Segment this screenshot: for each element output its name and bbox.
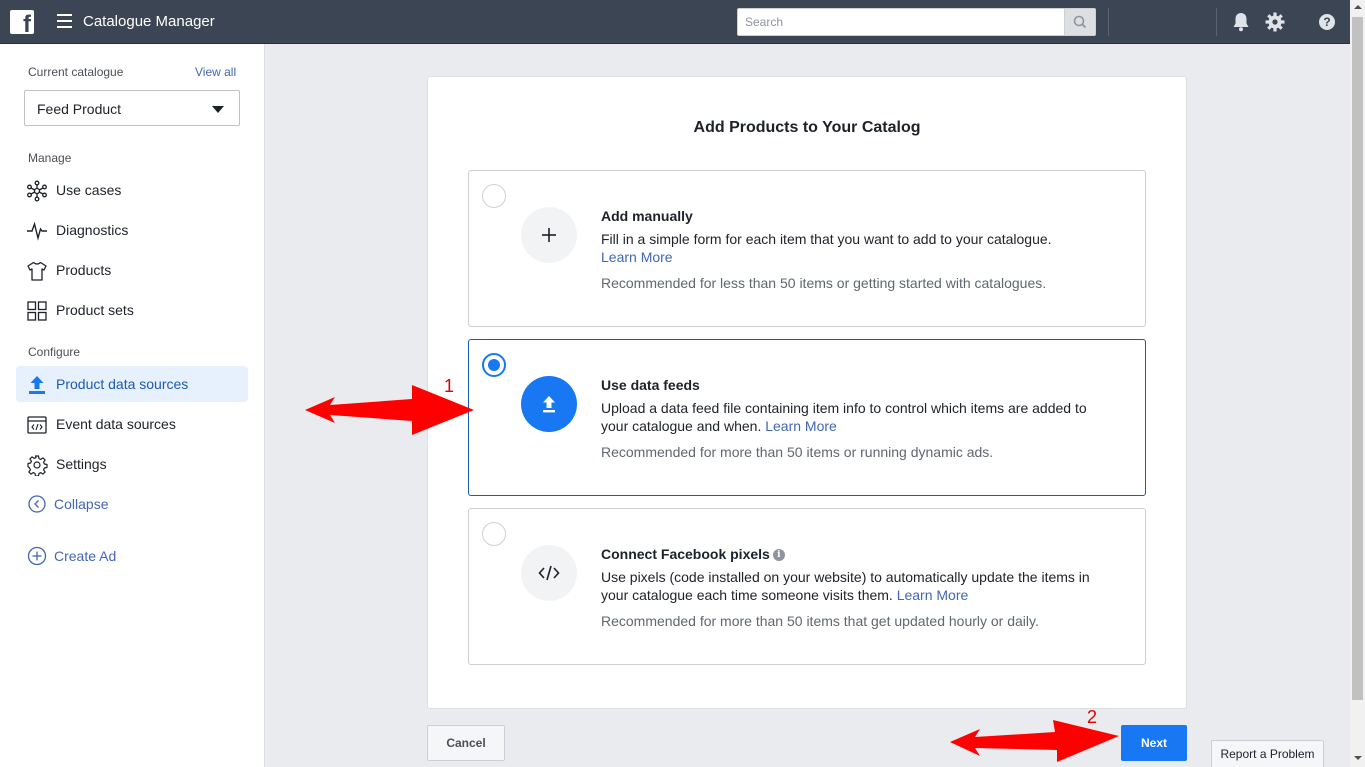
option-title: Use data feeds: [601, 377, 700, 393]
top-bar: f Catalogue Manager Search ?: [0, 0, 1350, 44]
toolbar-divider: [1108, 8, 1109, 36]
sidebar-item-label: Event data sources: [56, 416, 176, 432]
option-note: Recommended for more than 50 items or ru…: [601, 444, 994, 460]
option-description: Use pixels (code installed on your websi…: [601, 569, 1090, 603]
report-problem-button[interactable]: Report a Problem: [1211, 740, 1324, 767]
option-description: Fill in a simple form for each item that…: [601, 231, 1052, 265]
create-ad-label: Create Ad: [54, 548, 117, 564]
catalogue-value: Feed Product: [37, 101, 122, 117]
sidebar-item-settings[interactable]: Settings: [16, 446, 248, 482]
scroll-thumb[interactable]: [1352, 17, 1363, 700]
grid-icon: [27, 301, 47, 321]
svg-text:?: ?: [1323, 15, 1330, 29]
current-catalogue-label: Current catalogue: [28, 65, 124, 79]
bell-icon[interactable]: [1230, 11, 1252, 33]
info-icon[interactable]: i: [772, 549, 785, 561]
collapse-arrow-icon: [28, 495, 46, 513]
learn-more-link[interactable]: Learn More: [765, 418, 837, 434]
code-icon: [538, 565, 560, 581]
plus-circle-icon: [27, 546, 47, 566]
help-icon[interactable]: ?: [1316, 11, 1338, 33]
option-icon-circle: [521, 207, 577, 263]
add-products-card: Add Products to Your Catalog Add manuall…: [427, 76, 1187, 709]
app-title: Catalogue Manager: [83, 13, 215, 30]
sidebar-item-product-sets[interactable]: Product sets: [16, 292, 248, 328]
plus-icon: [542, 228, 556, 242]
gear-icon: [27, 455, 48, 476]
facebook-logo-icon[interactable]: f: [10, 10, 34, 34]
scroll-down-arrow-icon[interactable]: [1354, 756, 1362, 760]
collapse-link[interactable]: Collapse: [16, 489, 248, 519]
annotation-number: 2: [1087, 707, 1098, 727]
search-icon: [1073, 15, 1087, 29]
sidebar-item-use-cases[interactable]: Use cases: [16, 172, 248, 208]
sidebar: Current catalogue View all Feed Product …: [0, 44, 265, 767]
gear-icon[interactable]: [1264, 11, 1286, 33]
manage-section-label: Manage: [28, 151, 72, 165]
option-description: Upload a data feed file containing item …: [601, 400, 1087, 434]
option-note: Recommended for less than 50 items or ge…: [601, 275, 1047, 291]
learn-more-link[interactable]: Learn More: [601, 249, 673, 265]
option-icon-circle: [521, 545, 577, 601]
upload-icon: [29, 376, 45, 394]
sidebar-item-products[interactable]: Products: [16, 252, 248, 288]
sidebar-item-label: Product data sources: [56, 376, 189, 392]
collapse-label: Collapse: [54, 496, 109, 512]
option-note: Recommended for more than 50 items that …: [601, 613, 1039, 629]
option-icon-circle: [521, 376, 577, 432]
sidebar-item-label: Settings: [56, 456, 107, 472]
view-all-link[interactable]: View all: [195, 65, 236, 79]
catalogue-dropdown[interactable]: Feed Product: [24, 90, 240, 126]
sidebar-item-event-data-sources[interactable]: Event data sources: [16, 406, 248, 442]
radio-button-selected[interactable]: [482, 353, 506, 377]
page-scrollbar[interactable]: [1350, 0, 1365, 767]
code-window-icon: [27, 416, 47, 434]
search-box: [737, 8, 1096, 36]
sidebar-item-product-data-sources[interactable]: Product data sources: [16, 366, 248, 402]
page-title: Add Products to Your Catalog: [693, 119, 921, 136]
cancel-button[interactable]: Cancel: [427, 725, 505, 761]
option-use-data-feeds[interactable]: Use data feeds Upload a data feed file c…: [468, 339, 1146, 496]
option-title: Connect Facebook pixels i: [601, 546, 785, 562]
option-add-manually[interactable]: Add manually Fill in a simple form for e…: [468, 170, 1146, 327]
sidebar-item-label: Product sets: [56, 302, 134, 318]
caret-down-icon: [212, 106, 224, 113]
annotation-number: 1: [444, 376, 455, 396]
toolbar-divider: [1216, 8, 1217, 36]
scroll-up-arrow-icon[interactable]: [1354, 5, 1362, 9]
sidebar-item-label: Products: [56, 262, 112, 278]
menu-icon[interactable]: [57, 14, 72, 28]
upload-icon: [543, 396, 555, 413]
create-ad-link[interactable]: Create Ad: [16, 541, 248, 571]
pulse-icon: [27, 221, 47, 241]
radio-button[interactable]: [482, 184, 506, 208]
search-button[interactable]: [1064, 9, 1095, 35]
search-input[interactable]: [738, 9, 1065, 35]
sidebar-item-label: Use cases: [56, 182, 122, 198]
configure-section-label: Configure: [28, 345, 81, 359]
option-connect-pixels[interactable]: Connect Facebook pixels i Use pixels (cod…: [468, 508, 1146, 665]
option-title: Add manually: [601, 208, 693, 224]
sidebar-item-diagnostics[interactable]: Diagnostics: [16, 212, 248, 248]
next-button[interactable]: Next: [1121, 725, 1187, 761]
learn-more-link[interactable]: Learn More: [897, 587, 969, 603]
shirt-icon: [27, 261, 47, 281]
annotation-arrow-icon: [950, 720, 1119, 762]
sidebar-item-label: Diagnostics: [56, 222, 129, 238]
use-cases-icon: [27, 180, 47, 202]
radio-button[interactable]: [482, 522, 506, 546]
